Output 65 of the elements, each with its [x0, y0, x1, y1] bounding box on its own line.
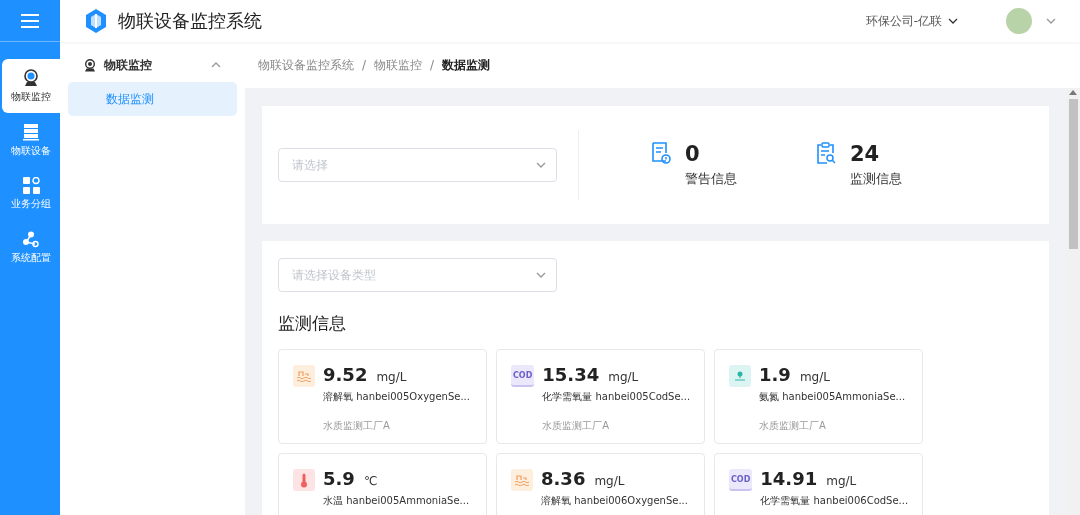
- cod-label: COD: [729, 469, 753, 491]
- stat-value: 24: [850, 142, 881, 166]
- scrollbar[interactable]: [1066, 88, 1080, 515]
- sensor-unit: mg/L: [608, 370, 639, 384]
- ammonia-icon: [729, 365, 751, 387]
- apps-icon: [22, 177, 40, 194]
- sensor-name: 氨氮 hanbei005AmmoniaSe...: [759, 390, 906, 404]
- sensor-value: 15.34: [542, 364, 600, 385]
- sensor-site: 水质监测工厂A: [542, 419, 611, 433]
- sensor-value: 14.91: [760, 468, 818, 489]
- sensor-value: 5.9: [323, 468, 355, 489]
- avatar[interactable]: [1006, 8, 1032, 34]
- webcam-icon: [23, 68, 39, 87]
- breadcrumb-item[interactable]: 物联监控: [374, 56, 423, 74]
- sensor-name: 水温 hanbei005AmmoniaSe...: [323, 494, 470, 508]
- app-title: 物联设备监控系统: [118, 9, 263, 33]
- sensor-unit: mg/L: [799, 370, 830, 384]
- sensor-unit: mg/L: [594, 474, 625, 488]
- share-icon: [23, 231, 39, 248]
- chevron-down-icon: [536, 162, 546, 168]
- breadcrumb-item: 数据监测: [442, 56, 491, 74]
- cod-label: COD: [511, 365, 535, 387]
- sensor-value: 1.9: [759, 364, 791, 385]
- sensor-name: 溶解氧 hanbei005OxygenSe...: [323, 390, 470, 404]
- sensor-unit: ℃: [363, 474, 378, 488]
- sensor-card[interactable]: 9.52 mg/L 溶解氧 hanbei005OxygenSe... 水质监测工厂A: [278, 349, 487, 444]
- section-title: 监测信息: [278, 312, 347, 335]
- stat-label: 警告信息: [685, 170, 737, 188]
- company-selector[interactable]: 环保公司-亿联: [865, 12, 942, 30]
- sensor-card[interactable]: 5.9 ℃ 水温 hanbei005AmmoniaSe...: [278, 453, 487, 515]
- sensor-site: 水质监测工厂A: [323, 419, 391, 433]
- sensor-name: 化学需氧量 hanbei005CodSe...: [542, 390, 691, 404]
- webcam-icon: [84, 58, 96, 72]
- scroll-up-icon[interactable]: [1069, 90, 1077, 95]
- stat-value: 0: [685, 142, 701, 166]
- chevron-down-icon: [1046, 18, 1056, 24]
- server-icon: [23, 122, 39, 141]
- sensor-card[interactable]: COD 15.34 mg/L 化学需氧量 hanbei005CodSe... 水质监测工厂A: [496, 349, 705, 444]
- chevron-down-icon: [948, 18, 958, 24]
- sensor-value: 9.52: [323, 364, 368, 385]
- stat-label: 监测信息: [850, 170, 902, 188]
- scroll-thumb[interactable]: [1068, 99, 1078, 249]
- rail-item[interactable]: 物联监控: [2, 59, 60, 113]
- sensor-unit: mg/L: [826, 474, 857, 488]
- sensor-card[interactable]: 1.9 mg/L 氨氮 hanbei005AmmoniaSe... 水质监测工厂A: [714, 349, 923, 444]
- sensor-name: 化学需氧量 hanbei006CodSe...: [760, 494, 909, 508]
- breadcrumb-separator: /: [430, 58, 435, 72]
- sensor-site: 水质监测工厂A: [759, 419, 827, 433]
- sensor-card[interactable]: COD 14.91 mg/L 化学需氧量 hanbei006CodSe...: [714, 453, 923, 515]
- sensor-name: 溶解氧 hanbei006OxygenSe...: [541, 494, 688, 508]
- submenu-title[interactable]: 物联监控: [104, 56, 203, 74]
- clipboard-search-icon: [816, 142, 836, 164]
- sensor-card[interactable]: 8.36 mg/L 溶解氧 hanbei006OxygenSe...: [496, 453, 705, 515]
- sensor-unit: mg/L: [376, 370, 407, 384]
- logo-icon: [84, 8, 108, 34]
- breadcrumb-separator: /: [362, 58, 367, 72]
- oxygen-icon: [293, 365, 315, 387]
- chevron-down-icon: [536, 272, 546, 278]
- menu-icon: [21, 13, 39, 28]
- collapse-icon: [211, 62, 221, 68]
- breadcrumb-item[interactable]: 物联设备监控系统: [258, 56, 354, 74]
- thermometer-icon: [293, 469, 315, 491]
- warning-document-icon: [651, 142, 671, 164]
- oxygen-icon: [511, 469, 533, 491]
- sensor-value: 8.36: [541, 468, 586, 489]
